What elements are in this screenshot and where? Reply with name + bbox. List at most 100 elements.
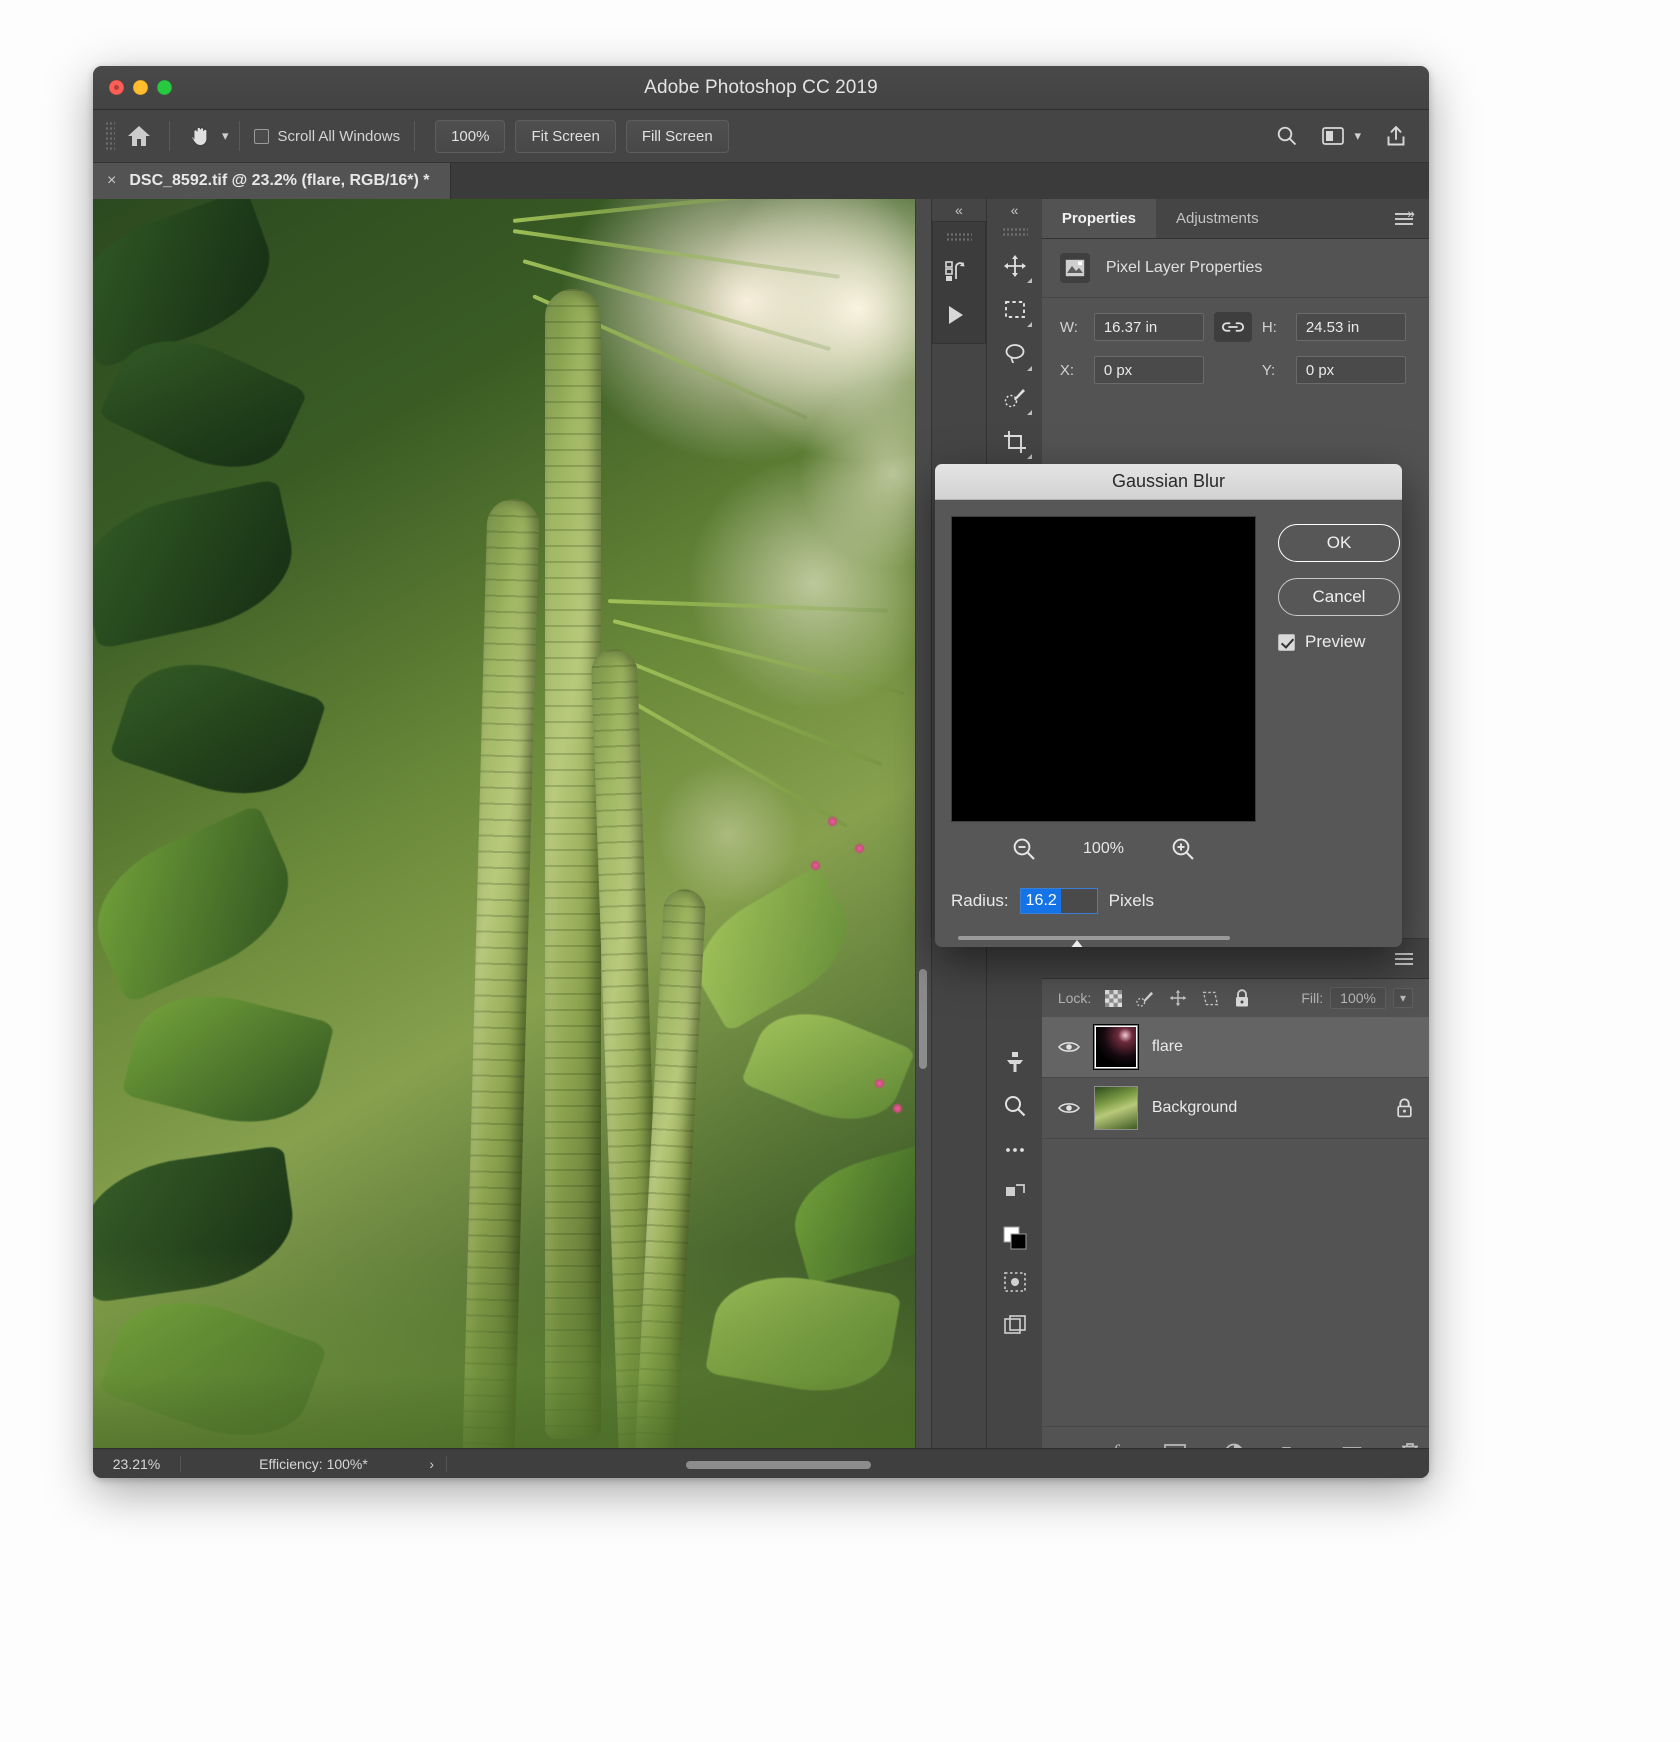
layer-visibility-toggle[interactable] [1057,1040,1080,1054]
search-button[interactable] [1276,125,1298,147]
rectangular-marquee-tool-button[interactable] [993,288,1037,332]
lock-position-button[interactable] [1169,989,1187,1007]
zoom-tool-icon [1004,1096,1025,1117]
layer-lock-row: Lock: Fill: 100% ▾ [1042,979,1429,1017]
width-field[interactable]: 16.37 in [1093,313,1204,341]
clone-stamp-tool-icon [1006,1052,1023,1072]
height-field[interactable]: 24.53 in [1295,313,1406,341]
close-icon[interactable]: × [107,172,116,190]
lock-transparent-pixels-icon [1105,989,1123,1007]
chevron-right-icon[interactable]: › [429,1456,434,1472]
lock-image-pixels-button[interactable] [1136,990,1155,1007]
dialog-title: Gaussian Blur [935,464,1402,500]
options-bar-grip[interactable] [105,121,115,151]
share-button[interactable] [1385,125,1407,147]
fill-chevron-down-icon[interactable]: ▾ [1392,988,1413,1008]
preview-zoom-in-button[interactable] [1170,836,1196,862]
hand-tool-button[interactable] [180,116,220,156]
document-tab[interactable]: × DSC_8592.tif @ 23.2% (flare, RGB/16*) … [93,163,451,199]
table-row[interactable]: flare [1041,1017,1429,1078]
scrollbar-thumb[interactable] [918,969,927,1069]
rectangular-marquee-tool-icon [1004,301,1025,318]
zoom-100-button[interactable]: 100% [435,119,506,153]
right-dock-expand-icon[interactable]: » [1407,205,1415,221]
link-aspect-ratio-button[interactable] [1213,312,1252,342]
checkbox-box [253,128,269,144]
canvas-horizontal-scrollbar[interactable] [686,1461,871,1469]
dock-collapse-icon[interactable]: « [955,199,963,221]
layers-panel-menu-button[interactable] [1379,952,1429,965]
lock-transparent-pixels-button[interactable] [1105,989,1123,1007]
actions-play-button[interactable] [933,293,977,337]
radius-unit: Pixels [1108,891,1154,910]
properties-header: Pixel Layer Properties [1041,239,1429,298]
checkbox-box [1278,633,1295,651]
move-tool-icon [1003,255,1026,277]
screen-mode-icon [1005,1184,1025,1196]
more-tools-button[interactable] [993,1128,1037,1172]
screen-mode-cycle-button[interactable] [993,1304,1037,1348]
blur-preview-image[interactable] [951,516,1256,822]
status-efficiency[interactable]: Efficiency: 100%* › [181,1455,447,1472]
lock-artboard-button[interactable] [1201,990,1220,1007]
lock-position-icon [1170,989,1187,1007]
zoom-tool-button[interactable] [993,1084,1037,1128]
fill-control[interactable]: Fill: 100% ▾ [1301,987,1413,1009]
history-icon [944,261,965,281]
quick-mask-button[interactable] [993,1260,1037,1304]
eye-icon [1057,1042,1080,1052]
screen-mode-button[interactable] [993,1172,1037,1216]
radius-input-value: 16.2 [1020,889,1061,913]
foreground-background-color[interactable] [993,1216,1037,1260]
ok-button[interactable]: OK [1278,524,1400,562]
link-aspect-ratio-icon [1221,322,1244,332]
photoshop-window: Adobe Photoshop CC 2019 ▾ Scroll All Win… [93,66,1429,1478]
options-bar: ▾ Scroll All Windows 100% Fit Screen Fil… [93,110,1429,163]
gaussian-blur-dialog: Gaussian Blur 100% Radius: 16.2 Pixels O… [935,464,1402,947]
tab-properties[interactable]: Properties [1041,199,1157,238]
tools-collapse-icon[interactable]: « [1011,199,1019,221]
layer-visibility-toggle[interactable] [1057,1101,1080,1115]
fill-screen-button[interactable]: Fill Screen [625,119,729,153]
workspace-switcher[interactable]: ▾ [1322,127,1361,145]
lasso-tool-icon [1005,344,1024,364]
lock-all-button[interactable] [1234,988,1250,1008]
radius-label: Radius: [951,891,1009,910]
scroll-all-windows-checkbox[interactable]: Scroll All Windows [250,128,405,145]
x-position-field[interactable]: 0 px [1093,356,1204,384]
y-position-label: Y: [1261,361,1276,379]
preview-label: Preview [1305,632,1366,651]
preview-zoom-level: 100% [1083,840,1124,857]
layer-name: Background [1151,1099,1238,1116]
cancel-button[interactable]: Cancel [1278,578,1400,616]
preview-zoom-out-button[interactable] [1011,836,1037,862]
more-tools-icon [1005,1148,1024,1152]
radius-slider[interactable] [958,936,1230,947]
image-canvas[interactable] [93,199,931,1478]
tab-adjustments[interactable]: Adjustments [1156,199,1279,238]
eye-icon [1057,1103,1080,1113]
brush-tool-button[interactable] [993,376,1037,420]
lasso-tool-button[interactable] [993,332,1037,376]
status-bar: 23.21% Efficiency: 100%* › [93,1448,1429,1478]
y-position-field[interactable]: 0 px [1295,356,1406,384]
table-row[interactable]: Background [1041,1078,1429,1139]
properties-panel-menu-button[interactable] [1379,199,1429,238]
zoom-in-icon [1172,838,1194,860]
layer-locked-icon [1396,1098,1413,1118]
canvas-vertical-scrollbar[interactable] [914,199,931,1478]
fill-value[interactable]: 100% [1330,987,1386,1009]
slider-handle[interactable] [1066,940,1088,947]
move-tool-button[interactable] [993,244,1037,288]
panel-menu-icon [1395,952,1413,965]
fit-screen-button[interactable]: Fit Screen [515,119,616,153]
crop-tool-button[interactable] [993,420,1037,464]
status-zoom-level[interactable]: 23.21% [93,1455,181,1472]
home-button[interactable] [119,116,159,156]
history-button[interactable] [933,249,977,293]
radius-input[interactable]: 16.2 [1019,888,1098,914]
preview-checkbox[interactable]: Preview [1278,632,1400,652]
pixel-layer-icon [1059,253,1090,283]
clone-stamp-tool-button[interactable] [993,1040,1037,1084]
tool-preset-chevron-down-icon[interactable]: ▾ [222,128,229,144]
